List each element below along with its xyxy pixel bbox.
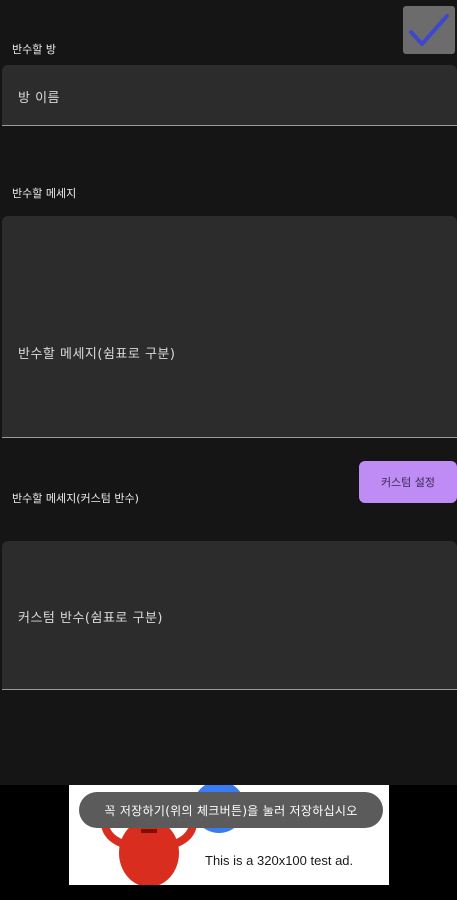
room-name-placeholder: 방 이름 [18, 91, 61, 106]
message-input[interactable]: 반수할 메세지(쉼표로 구분) [2, 216, 457, 438]
room-name-input[interactable]: 방 이름 [2, 65, 457, 126]
custom-input[interactable]: 커스텀 반수(쉼표로 구분) [2, 541, 457, 690]
save-reminder-toast: 꼭 저장하기(위의 체크버튼)을 눌러 저장하십시오 [79, 792, 383, 828]
ad-text: This is a 320x100 test ad. [205, 853, 354, 868]
custom-placeholder: 커스텀 반수(쉼표로 구분) [18, 611, 164, 626]
room-label: 반수할 방 [12, 43, 56, 56]
save-check-button[interactable] [403, 6, 455, 54]
check-icon [409, 14, 449, 46]
message-label: 반수할 메세지 [12, 187, 77, 200]
message-placeholder: 반수할 메세지(쉼표로 구분) [18, 347, 176, 362]
custom-label: 반수할 메세지(커스텀 반수) [12, 492, 139, 505]
custom-settings-button[interactable]: 커스텀 설정 [359, 461, 457, 503]
